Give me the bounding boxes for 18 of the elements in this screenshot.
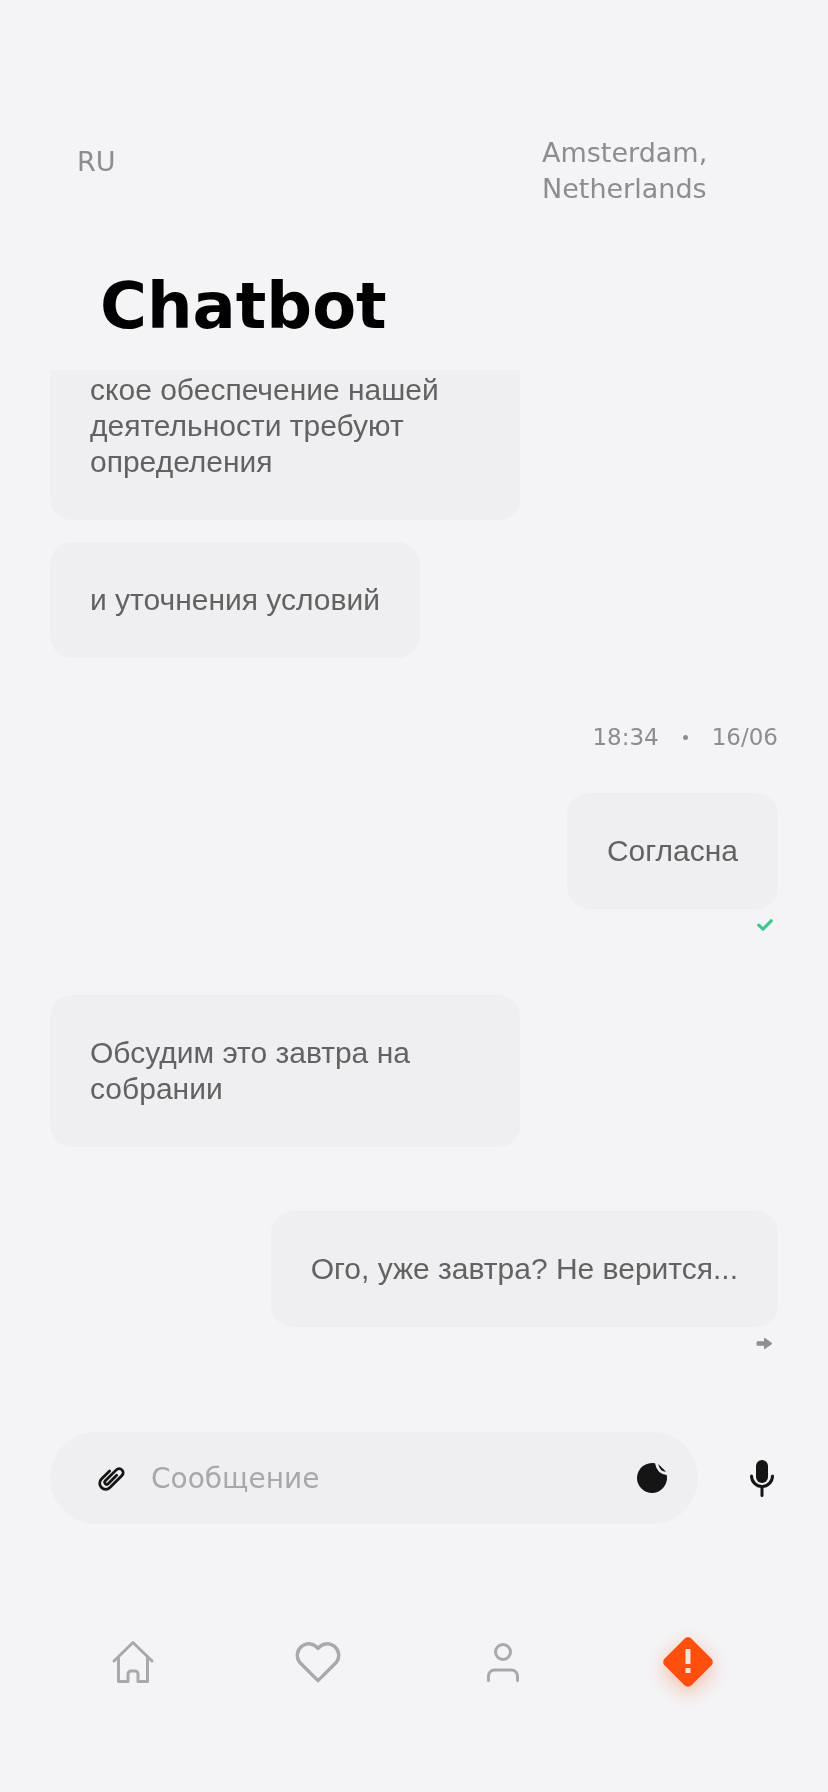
home-icon[interactable] xyxy=(110,1640,155,1684)
message-time: 18:34 xyxy=(592,723,659,752)
sticker-icon[interactable] xyxy=(636,1462,668,1494)
message-bubble: Обсудим это завтра на собрании xyxy=(50,995,520,1147)
heart-icon[interactable] xyxy=(294,1641,341,1683)
message-date: 16/06 xyxy=(711,723,778,752)
separator-dot-icon xyxy=(682,734,688,740)
language-button[interactable]: RU xyxy=(77,144,116,180)
message-field[interactable]: Сообщение xyxy=(50,1432,698,1524)
message-bubble: и уточнения условий xyxy=(50,542,420,658)
location-label: Amsterdam, Netherlands xyxy=(542,136,709,206)
message-bubble: ское обеспечение нашей деятельности требуют определения xyxy=(50,370,520,520)
chat-title: Chatbot xyxy=(100,268,387,344)
message-input[interactable]: Сообщение xyxy=(151,1458,611,1498)
message-bubble: Согласна xyxy=(566,793,778,909)
microphone-icon[interactable] xyxy=(749,1459,775,1497)
message-bubble: Ого, уже завтра? Не верится... xyxy=(270,1211,778,1327)
person-icon[interactable] xyxy=(484,1642,521,1682)
